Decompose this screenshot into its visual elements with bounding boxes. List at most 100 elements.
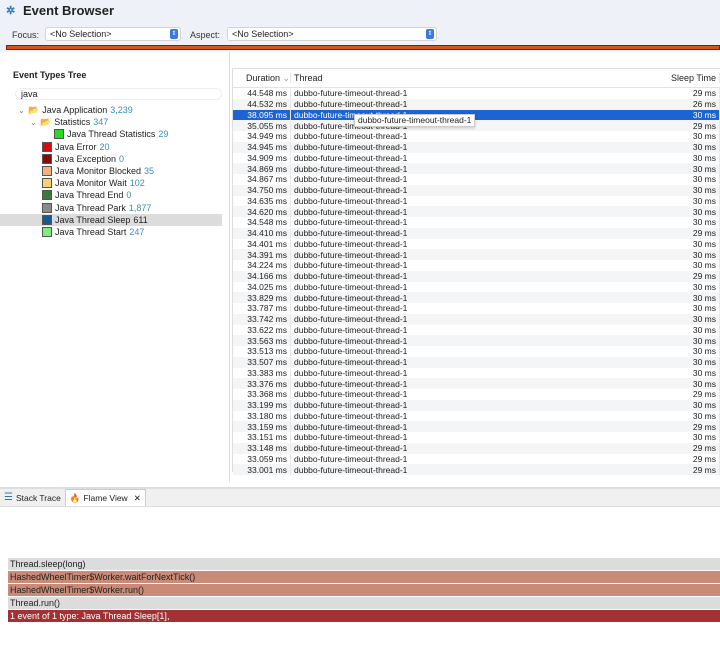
focus-select[interactable]: <No Selection> ⇕ [45, 27, 181, 41]
table-row[interactable]: 33.787 ms dubbo-future-timeout-thread-1 30… [233, 303, 720, 314]
tab-flame-view[interactable]: 🔥 Flame View ✕ [64, 489, 146, 506]
folder-icon: 📂 [40, 116, 52, 127]
tree-item[interactable]: ⌄ 📂 Java Application 3,239 [0, 104, 222, 116]
duration-cell: 34.869 ms [247, 163, 287, 174]
duration-cell: 33.001 ms [247, 464, 287, 475]
tree-item[interactable]: ⌄ 📂 Statistics 347 [0, 116, 222, 128]
table-row[interactable]: 33.159 ms dubbo-future-timeout-thread-1 29… [233, 421, 720, 432]
table-row[interactable]: 34.867 ms dubbo-future-timeout-thread-1 30… [233, 174, 720, 185]
table-row[interactable]: 34.909 ms dubbo-future-timeout-thread-1 30… [233, 152, 720, 164]
chevron-down-icon[interactable]: ⌄ [18, 106, 28, 115]
table-row[interactable]: 34.025 ms dubbo-future-timeout-thread-1 30… [233, 281, 720, 293]
table-row[interactable]: 33.742 ms dubbo-future-timeout-thread-1 30… [233, 313, 720, 325]
tree-item[interactable]: Java Monitor Wait 102 [0, 177, 222, 189]
table-row[interactable]: 38.095 ms dubbo-future-timeout-thread-1 30… [233, 109, 720, 121]
table-row[interactable]: 34.949 ms dubbo-future-timeout-thread-1 30… [233, 131, 720, 142]
column-thread[interactable]: Thread [290, 73, 590, 83]
table-body: 44.548 ms dubbo-future-timeout-thread-1 29… [233, 88, 720, 475]
table-row[interactable]: 44.532 ms dubbo-future-timeout-thread-1 26… [233, 98, 720, 110]
duration-cell: 33.513 ms [247, 346, 287, 357]
flame-frame[interactable]: Thread.run() [8, 597, 720, 609]
color-swatch-icon [42, 141, 52, 152]
focus-value: <No Selection> [50, 29, 112, 39]
thread-cell: dubbo-future-timeout-thread-1 [290, 174, 590, 185]
thread-cell: dubbo-future-timeout-thread-1 [290, 357, 590, 368]
duration-cell: 34.949 ms [247, 131, 287, 142]
tree-item[interactable]: Java Thread Sleep 611 [0, 213, 222, 226]
table-row[interactable]: 33.180 ms dubbo-future-timeout-thread-1 30… [233, 410, 720, 422]
table-row[interactable]: 35.055 ms dubbo-future-timeout-thread-1 29… [233, 120, 720, 131]
sleep-time-cell: 29 ms [590, 421, 720, 432]
tree-item[interactable]: Java Thread End 0 [0, 189, 222, 201]
flame-frame[interactable]: Thread.sleep(long) [8, 558, 720, 570]
sleep-time-cell: 29 ms [590, 271, 720, 282]
table-row[interactable]: 34.166 ms dubbo-future-timeout-thread-1 29… [233, 270, 720, 282]
table-row[interactable]: 34.750 ms dubbo-future-timeout-thread-1 30… [233, 184, 720, 196]
table-row[interactable]: 34.620 ms dubbo-future-timeout-thread-1 30… [233, 206, 720, 217]
table-row[interactable]: 33.829 ms dubbo-future-timeout-thread-1 30… [233, 292, 720, 303]
table-row[interactable]: 34.410 ms dubbo-future-timeout-thread-1 29… [233, 227, 720, 239]
thread-cell: dubbo-future-timeout-thread-1 [290, 421, 590, 432]
tree-search-input[interactable]: java [15, 88, 222, 100]
color-swatch-icon [42, 178, 52, 189]
sleep-time-cell: 30 ms [590, 260, 720, 271]
tree-item[interactable]: Java Monitor Blocked 35 [0, 165, 222, 177]
table-row[interactable]: 44.548 ms dubbo-future-timeout-thread-1 29… [233, 88, 720, 99]
table-row[interactable]: 34.391 ms dubbo-future-timeout-thread-1 30… [233, 249, 720, 260]
flame-graph: Thread.sleep(long) HashedWheelTimer$Worke… [8, 558, 720, 623]
color-swatch-icon [54, 129, 64, 140]
table-row[interactable]: 33.513 ms dubbo-future-timeout-thread-1 30… [233, 346, 720, 357]
duration-cell: 34.620 ms [247, 206, 287, 217]
table-row[interactable]: 33.001 ms dubbo-future-timeout-thread-1 29… [233, 464, 720, 475]
table-row[interactable]: 33.059 ms dubbo-future-timeout-thread-1 29… [233, 453, 720, 465]
tree-item-label: Java Error [55, 141, 97, 152]
table-row[interactable]: 33.563 ms dubbo-future-timeout-thread-1 30… [233, 335, 720, 346]
thread-cell: dubbo-future-timeout-thread-1 [290, 271, 590, 282]
duration-cell: 33.622 ms [247, 324, 287, 335]
flame-frame[interactable]: HashedWheelTimer$Worker.run() [8, 584, 720, 596]
sleep-time-cell: 29 ms [590, 389, 720, 400]
sleep-time-cell: 30 ms [590, 367, 720, 378]
duration-cell: 34.548 ms [247, 217, 287, 228]
tree-item-label: Java Thread Start [55, 226, 127, 237]
table-row[interactable]: 34.869 ms dubbo-future-timeout-thread-1 30… [233, 163, 720, 174]
table-row[interactable]: 33.622 ms dubbo-future-timeout-thread-1 30… [233, 324, 720, 336]
table-row[interactable]: 33.368 ms dubbo-future-timeout-thread-1 29… [233, 389, 720, 400]
column-sleep-time[interactable]: Sleep Time [590, 73, 720, 83]
duration-cell: 34.909 ms [247, 152, 287, 163]
table-row[interactable]: 34.635 ms dubbo-future-timeout-thread-1 30… [233, 195, 720, 207]
tree-item-count: 0 [119, 153, 125, 164]
duration-cell: 38.095 ms [247, 109, 287, 120]
table-row[interactable]: 33.507 ms dubbo-future-timeout-thread-1 30… [233, 356, 720, 368]
table-row[interactable]: 33.199 ms dubbo-future-timeout-thread-1 30… [233, 399, 720, 411]
chevron-down-icon[interactable]: ⌄ [30, 118, 40, 127]
table-row[interactable]: 34.401 ms dubbo-future-timeout-thread-1 30… [233, 238, 720, 250]
sleep-time-cell: 30 ms [590, 142, 720, 153]
tree-item[interactable]: Java Thread Statistics 29 [0, 128, 222, 140]
tree-item[interactable]: Java Thread Start 247 [0, 226, 222, 238]
table-row[interactable]: 33.151 ms dubbo-future-timeout-thread-1 30… [233, 432, 720, 443]
table-row[interactable]: 33.148 ms dubbo-future-timeout-thread-1 29… [233, 442, 720, 454]
tree-item-count: 20 [99, 141, 110, 152]
table-row[interactable]: 34.224 ms dubbo-future-timeout-thread-1 30… [233, 260, 720, 271]
close-icon[interactable]: ✕ [134, 493, 141, 504]
tab-stack-trace[interactable]: ☰ Stack Trace [0, 489, 65, 506]
table-row[interactable]: 34.945 ms dubbo-future-timeout-thread-1 30… [233, 141, 720, 153]
flame-frame[interactable]: HashedWheelTimer$Worker.waitForNextTick(… [8, 571, 720, 583]
thread-cell: dubbo-future-timeout-thread-1 [290, 367, 590, 378]
column-duration[interactable]: Duration ⌄ [233, 73, 290, 84]
duration-cell: 33.787 ms [247, 303, 287, 314]
table-row[interactable]: 33.383 ms dubbo-future-timeout-thread-1 30… [233, 367, 720, 379]
table-row[interactable]: 33.376 ms dubbo-future-timeout-thread-1 30… [233, 378, 720, 389]
thread-cell: dubbo-future-timeout-thread-1 [290, 410, 590, 421]
tree-item[interactable]: Java Exception 0 [0, 153, 222, 165]
table-row[interactable]: 34.548 ms dubbo-future-timeout-thread-1 30… [233, 217, 720, 228]
tree-item[interactable]: Java Thread Park 1,877 [0, 202, 222, 214]
sleep-time-cell: 30 ms [590, 217, 720, 228]
flame-frame[interactable]: 1 event of 1 type: Java Thread Sleep[1], [8, 610, 720, 622]
duration-cell: 34.025 ms [247, 281, 287, 292]
focus-label: Focus: [12, 30, 40, 40]
aspect-select[interactable]: <No Selection> ⇕ [227, 27, 437, 41]
window-title: ✲ Event Browser [6, 3, 114, 18]
tree-item[interactable]: Java Error 20 [0, 141, 222, 153]
